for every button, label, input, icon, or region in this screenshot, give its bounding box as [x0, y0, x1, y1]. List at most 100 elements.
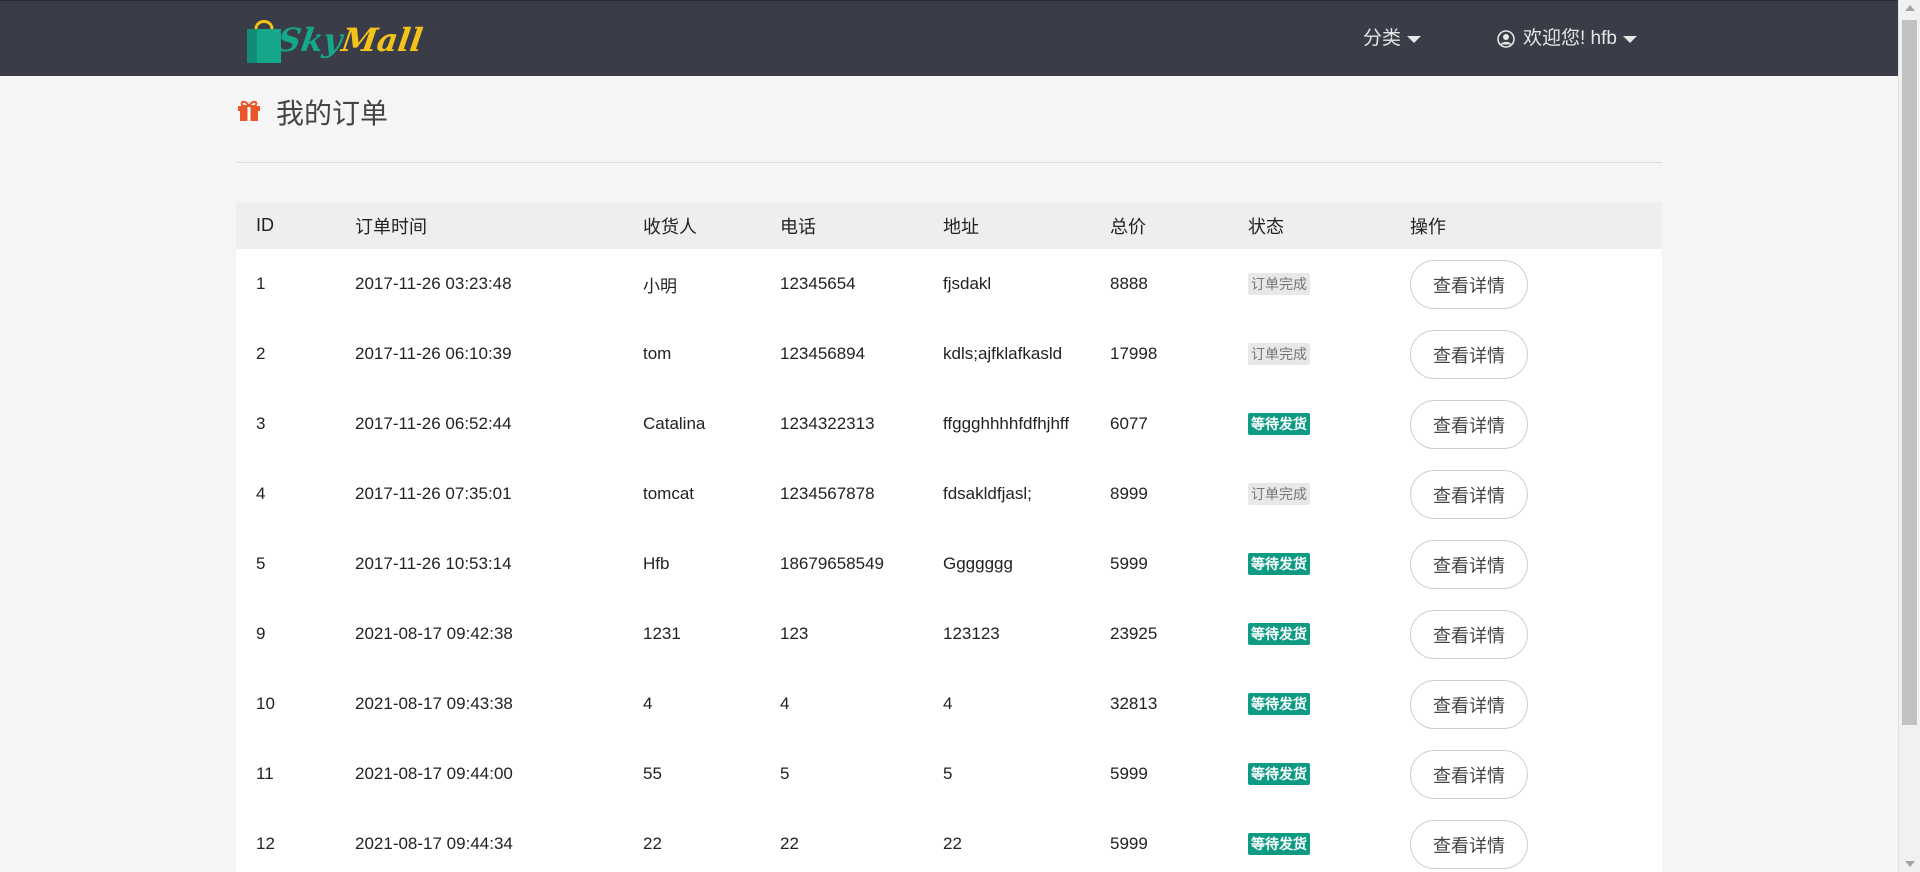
header-id: ID	[256, 215, 274, 235]
status-badge: 等待发货	[1248, 833, 1310, 855]
order-time: 2017-11-26 03:23:48	[355, 274, 512, 293]
status-badge: 订单完成	[1248, 273, 1310, 295]
logo-text-sky: Sky	[275, 21, 345, 59]
view-details-button[interactable]: 查看详情	[1410, 680, 1528, 729]
order-action-cell: 查看详情	[1410, 389, 1528, 459]
order-phone: 12345654	[780, 274, 856, 293]
top-navbar: SkyMall 分类 欢迎您! hfb	[0, 0, 1898, 76]
order-time: 2017-11-26 06:52:44	[355, 414, 512, 433]
order-id: 10	[256, 694, 275, 713]
order-status-cell: 等待发货	[1248, 389, 1310, 459]
order-status-cell: 订单完成	[1248, 249, 1310, 319]
status-badge: 等待发货	[1248, 623, 1310, 645]
order-time: 2017-11-26 06:10:39	[355, 344, 512, 363]
category-dropdown[interactable]: 分类	[1363, 1, 1422, 77]
view-details-button[interactable]: 查看详情	[1410, 260, 1528, 309]
header-receiver: 收货人	[643, 216, 697, 237]
order-address: 123123	[943, 624, 1000, 643]
order-action-cell: 查看详情	[1410, 249, 1528, 319]
order-total: 5999	[1110, 554, 1148, 573]
order-time: 2021-08-17 09:44:00	[355, 764, 513, 783]
view-details-button[interactable]: 查看详情	[1410, 540, 1528, 589]
order-time: 2017-11-26 07:35:01	[355, 484, 512, 503]
page-heading: 我的订单	[236, 92, 388, 132]
order-phone: 1234567878	[780, 484, 875, 503]
order-receiver: 1231	[643, 624, 681, 643]
order-total: 8888	[1110, 274, 1148, 293]
page-title: 我的订单	[276, 98, 389, 129]
order-status-cell: 订单完成	[1248, 319, 1310, 389]
order-phone: 123	[780, 624, 809, 643]
welcome-label: 欢迎您! hfb	[1523, 28, 1617, 49]
view-details-button[interactable]: 查看详情	[1410, 610, 1528, 659]
status-badge: 等待发货	[1248, 693, 1310, 715]
order-phone: 123456894	[780, 344, 866, 363]
view-details-button[interactable]: 查看详情	[1410, 400, 1528, 449]
order-id: 12	[256, 834, 275, 853]
view-details-button[interactable]: 查看详情	[1410, 330, 1528, 379]
order-address: 22	[943, 834, 962, 853]
status-badge: 订单完成	[1248, 343, 1310, 365]
order-address: fjsdakl	[943, 274, 992, 293]
user-circle-icon	[1497, 30, 1515, 48]
order-phone: 18679658549	[780, 554, 885, 573]
order-action-cell: 查看详情	[1410, 669, 1528, 739]
order-receiver: Hfb	[643, 554, 670, 573]
status-badge: 等待发货	[1248, 413, 1310, 435]
table-row: 3 2017-11-26 06:52:44 Catalina 1234322313 ff…	[236, 389, 1662, 459]
view-details-button[interactable]: 查看详情	[1410, 750, 1528, 799]
order-id: 2	[256, 344, 266, 363]
order-action-cell: 查看详情	[1410, 739, 1528, 809]
order-status-cell: 等待发货	[1248, 739, 1310, 809]
order-id: 9	[256, 624, 266, 643]
table-row: 11 2021-08-17 09:44:00 55 5 5 5999 等待发货 查看详情	[236, 739, 1662, 809]
table-row: 1 2017-11-26 03:23:48 小明 12345654 fjsdakl 888…	[236, 249, 1662, 319]
order-total: 6077	[1110, 414, 1148, 433]
order-id: 3	[256, 414, 266, 433]
order-action-cell: 查看详情	[1410, 529, 1528, 599]
order-total: 5999	[1110, 834, 1148, 853]
order-time: 2021-08-17 09:42:38	[355, 624, 513, 643]
order-address: 5	[943, 764, 953, 783]
order-phone: 1234322313	[780, 414, 875, 433]
order-action-cell: 查看详情	[1410, 599, 1528, 669]
header-phone: 电话	[780, 216, 816, 237]
logo-text-mall: Mall	[339, 21, 426, 59]
view-details-button[interactable]: 查看详情	[1410, 820, 1528, 869]
table-row: 10 2021-08-17 09:43:38 4 4 4 32813 等待发货 查看详情	[236, 669, 1662, 739]
table-row: 5 2017-11-26 10:53:14 Hfb 18679658549 Gggggg…	[236, 529, 1662, 599]
order-id: 11	[256, 764, 274, 783]
caret-down-icon	[1407, 35, 1422, 43]
category-label: 分类	[1363, 28, 1402, 49]
order-time: 2017-11-26 10:53:14	[355, 554, 512, 573]
scroll-thumb[interactable]	[1902, 20, 1917, 725]
order-receiver: 4	[643, 694, 653, 713]
order-receiver: Catalina	[643, 414, 706, 433]
order-total: 5999	[1110, 764, 1148, 783]
order-status-cell: 等待发货	[1248, 599, 1310, 669]
skymall-logo[interactable]: SkyMall	[244, 13, 426, 67]
order-phone: 22	[780, 834, 799, 853]
order-id: 1	[256, 274, 266, 293]
header-status: 状态	[1248, 216, 1284, 237]
vertical-scrollbar[interactable]	[1898, 0, 1920, 872]
order-total: 17998	[1110, 344, 1158, 363]
order-id: 5	[256, 554, 266, 573]
order-status-cell: 等待发货	[1248, 529, 1310, 599]
view-details-button[interactable]: 查看详情	[1410, 470, 1528, 519]
order-time: 2021-08-17 09:44:34	[355, 834, 513, 853]
scroll-up-arrow-icon[interactable]	[1905, 5, 1915, 11]
order-phone: 4	[780, 694, 790, 713]
order-time: 2021-08-17 09:43:38	[355, 694, 513, 713]
header-total: 总价	[1110, 216, 1146, 237]
heading-divider	[236, 162, 1662, 163]
scroll-down-arrow-icon[interactable]	[1905, 861, 1915, 867]
table-row: 4 2017-11-26 07:35:01 tomcat 1234567878 fdsa…	[236, 459, 1662, 529]
gift-icon	[236, 97, 262, 128]
header-action: 操作	[1410, 216, 1446, 237]
user-menu-dropdown[interactable]: 欢迎您! hfb	[1497, 1, 1637, 77]
order-receiver: 55	[643, 764, 662, 783]
order-status-cell: 等待发货	[1248, 809, 1310, 872]
order-total: 23925	[1110, 624, 1158, 643]
order-id: 4	[256, 484, 266, 503]
